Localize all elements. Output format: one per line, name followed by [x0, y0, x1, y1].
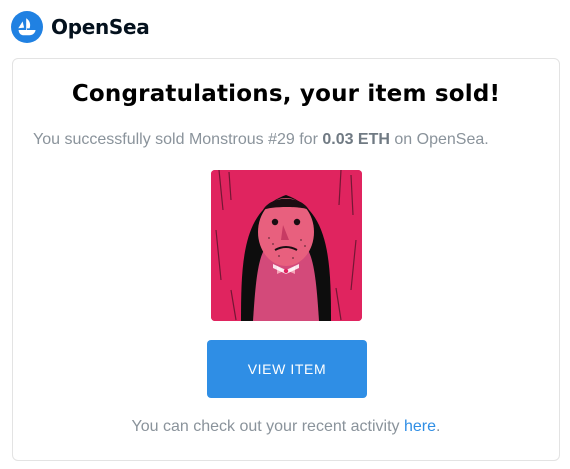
header: OpenSea: [11, 10, 150, 44]
page-title: Congratulations, your item sold!: [71, 81, 501, 107]
sale-message-prefix: You successfully sold Monstrous #29 for: [33, 131, 323, 148]
view-item-button[interactable]: VIEW ITEM: [207, 340, 367, 398]
footer-suffix: .: [436, 418, 441, 435]
brand-name[interactable]: OpenSea: [51, 15, 150, 39]
sale-message: You successfully sold Monstrous #29 for …: [33, 131, 489, 149]
opensea-logo-icon[interactable]: [11, 11, 43, 43]
sale-message-suffix: on OpenSea.: [389, 131, 489, 148]
recent-activity-message: You can check out your recent activity h…: [13, 418, 559, 436]
recent-activity-link[interactable]: here: [404, 418, 436, 435]
footer-prefix: You can check out your recent activity: [131, 418, 404, 435]
nft-portrait-image[interactable]: [211, 170, 362, 321]
notification-card: Congratulations, your item sold! You suc…: [12, 58, 560, 461]
sale-price: 0.03 ETH: [322, 131, 390, 148]
